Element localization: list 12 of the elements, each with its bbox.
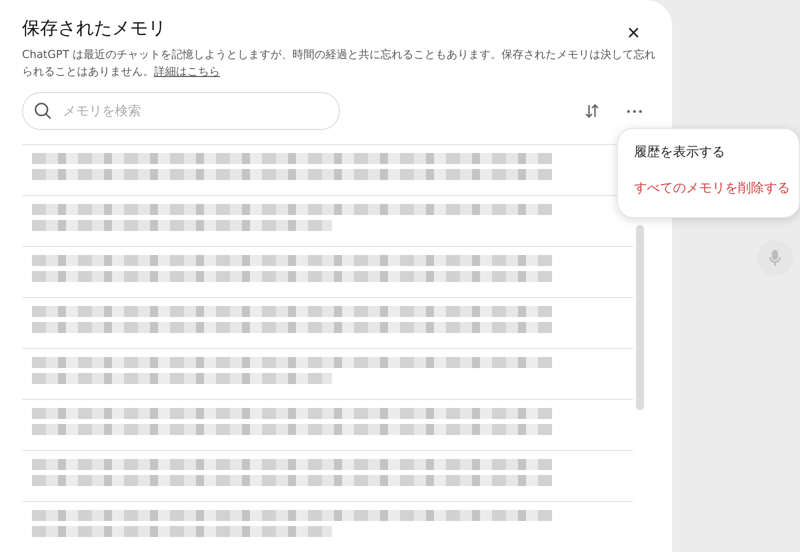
scrollbar[interactable] [636, 225, 644, 410]
dialog-title: 保存されたメモリ [22, 17, 166, 41]
description-text: ChatGPT は最近のチャットを記憶しようとしますが、時間の経過と共に忘れることもあります。保存されたメモリは決して忘れられることはありません。詳細はこちら [22, 47, 657, 80]
menu-item[interactable]: すべてのメモリを削除する [634, 179, 799, 197]
menu-item[interactable]: 履歴を表示する [634, 143, 799, 161]
close-button[interactable]: × [623, 22, 644, 44]
microphone-icon [767, 249, 783, 267]
search-field[interactable]: メモリを検索 [22, 92, 340, 130]
sort-icon [583, 102, 601, 120]
more-button[interactable] [625, 108, 644, 114]
more-icon [627, 110, 642, 112]
learn-more-link[interactable]: 詳細はこちら [154, 65, 220, 78]
